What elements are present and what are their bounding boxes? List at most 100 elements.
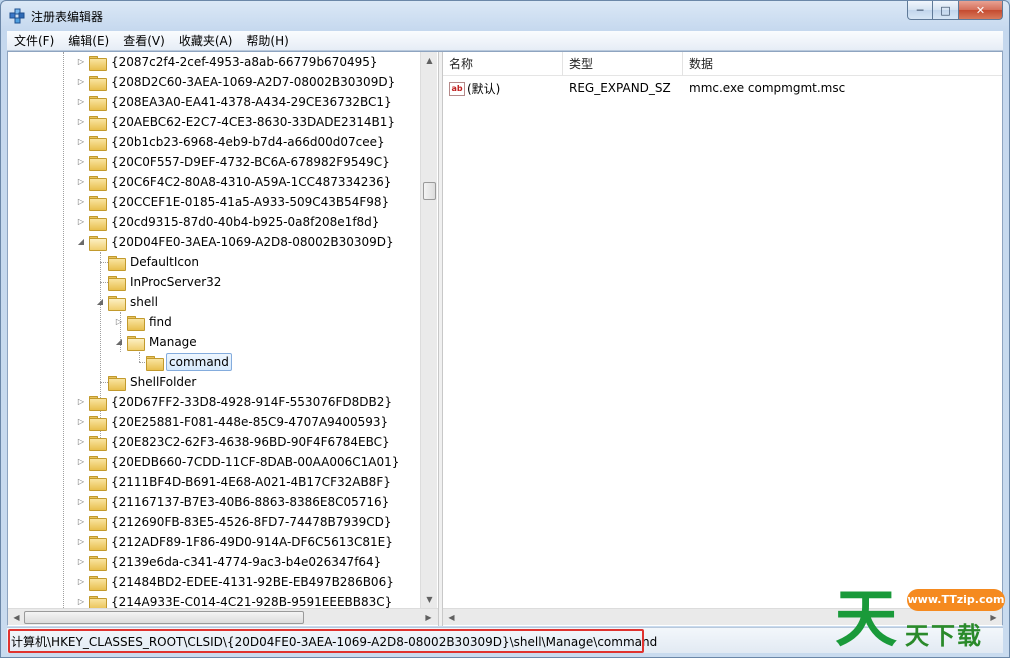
tree-node[interactable]: ▷ {20AEBC62-E2C7-4CE3-8630-33DADE2314B1} <box>76 112 397 132</box>
tree-node[interactable]: InProcServer32 <box>95 272 223 292</box>
tree-node-label: DefaultIcon <box>130 255 199 269</box>
expand-arrow-icon[interactable]: ▷ <box>76 112 86 132</box>
tree-node-label: {212ADF89-1F86-49D0-914A-DF6C5613C81E} <box>111 535 393 549</box>
tree-viewport: ▷ {2087c2f4-2cef-4953-a8ab-66779b670495} ▷… <box>8 52 420 608</box>
value-name-cell: ab (默认) <box>443 80 563 97</box>
tree-node[interactable]: ▷ {212690FB-83E5-4526-8FD7-74478B7939CD} <box>76 512 394 532</box>
maximize-button[interactable]: □ <box>933 1 959 20</box>
value-row[interactable]: ab (默认) REG_EXPAND_SZ mmc.exe compmgmt.ms… <box>443 78 1002 98</box>
tree-node[interactable]: ▷ {20C0F557-D9EF-4732-BC6A-678982F9549C} <box>76 152 392 172</box>
menu-favorites[interactable]: 收藏夹(A) <box>172 31 240 51</box>
expand-arrow-icon[interactable]: ▷ <box>76 532 86 552</box>
scroll-down-arrow-icon[interactable]: ▼ <box>421 591 438 608</box>
menu-view[interactable]: 查看(V) <box>116 31 172 51</box>
tree-node[interactable]: ▷ {20E25881-F081-448e-85C9-4707A9400593} <box>76 412 390 432</box>
main-panes: ▷ {2087c2f4-2cef-4953-a8ab-66779b670495} ▷… <box>7 51 1003 626</box>
tree-node[interactable]: ▷ {21167137-B7E3-40B6-8863-8386E8C05716} <box>76 492 391 512</box>
tree-node[interactable]: ▷ find <box>114 312 174 332</box>
tree-node[interactable]: ▷ {20C6F4C2-80A8-4310-A59A-1CC487334236} <box>76 172 393 192</box>
expand-arrow-icon[interactable]: ▷ <box>76 172 86 192</box>
minimize-button[interactable]: ─ <box>907 1 933 20</box>
scroll-up-arrow-icon[interactable]: ▲ <box>421 52 438 69</box>
site-watermark-logo: 天 www.TTzip.com 天下载 <box>829 583 1007 657</box>
folder-icon <box>89 55 107 71</box>
tree-node-label: shell <box>130 295 158 309</box>
tree-node[interactable]: ▷ {20D67FF2-33D8-4928-914F-553076FD8DB2} <box>76 392 394 412</box>
no-expander <box>133 352 143 372</box>
expand-arrow-icon[interactable]: ▷ <box>76 472 86 492</box>
collapse-arrow-icon[interactable]: ◢ <box>95 292 105 312</box>
folder-icon <box>89 235 107 251</box>
tree-node[interactable]: ▷ {2111BF4D-B691-4E68-A021-4B17CF32AB8F} <box>76 472 393 492</box>
expand-arrow-icon[interactable]: ▷ <box>114 312 124 332</box>
expand-arrow-icon[interactable]: ▷ <box>76 552 86 572</box>
expand-arrow-icon[interactable]: ▷ <box>76 512 86 532</box>
tree-node[interactable]: ▷ {208D2C60-3AEA-1069-A2D7-08002B30309D} <box>76 72 397 92</box>
expand-arrow-icon[interactable]: ▷ <box>76 72 86 92</box>
expand-arrow-icon[interactable]: ▷ <box>76 212 86 232</box>
list-scroll-left-arrow-icon[interactable]: ◀ <box>443 609 460 626</box>
tree-horizontal-scrollbar[interactable]: ◀ ▶ <box>8 608 438 625</box>
folder-icon <box>89 455 107 471</box>
menu-edit[interactable]: 编辑(E) <box>61 31 116 51</box>
tree-node-label: ShellFolder <box>130 375 197 389</box>
tree-node[interactable]: ▷ {212ADF89-1F86-49D0-914A-DF6C5613C81E} <box>76 532 395 552</box>
expand-arrow-icon[interactable]: ▷ <box>76 432 86 452</box>
tree-vscroll-thumb[interactable] <box>423 182 436 200</box>
title-bar[interactable]: 注册表编辑器 ─ □ ✕ <box>1 1 1009 31</box>
folder-icon <box>89 155 107 171</box>
collapse-arrow-icon[interactable]: ◢ <box>76 232 86 252</box>
value-type: REG_EXPAND_SZ <box>569 81 671 95</box>
expand-arrow-icon[interactable]: ▷ <box>76 392 86 412</box>
tree-node[interactable]: ▷ {2139e6da-c341-4774-9ac3-b4e026347f64} <box>76 552 383 572</box>
column-header-data[interactable]: 数据 <box>683 52 1002 76</box>
menu-help[interactable]: 帮助(H) <box>239 31 295 51</box>
tree-node-label: {20cd9315-87d0-40b4-b925-0a8f208e1f8d} <box>111 215 380 229</box>
tree-node[interactable]: ShellFolder <box>95 372 198 392</box>
expand-arrow-icon[interactable]: ▷ <box>76 152 86 172</box>
column-header-name[interactable]: 名称 <box>443 52 563 76</box>
tree-vertical-scrollbar[interactable]: ▲ ▼ <box>420 52 437 608</box>
expand-arrow-icon[interactable]: ▷ <box>76 52 86 72</box>
menu-file[interactable]: 文件(F) <box>7 31 61 51</box>
folder-icon <box>89 175 107 191</box>
tree-node[interactable]: ◢ Manage <box>114 332 199 352</box>
tree-node[interactable]: ▷ {20EDB660-7CDD-11CF-8DAB-00AA006C1A01} <box>76 452 401 472</box>
column-header-type[interactable]: 类型 <box>563 52 683 76</box>
tree-guide-root <box>63 52 64 608</box>
collapse-arrow-icon[interactable]: ◢ <box>114 332 124 352</box>
expand-arrow-icon[interactable]: ▷ <box>76 452 86 472</box>
scroll-right-arrow-icon[interactable]: ▶ <box>420 609 437 626</box>
scroll-left-arrow-icon[interactable]: ◀ <box>8 609 25 626</box>
tree-node-label: InProcServer32 <box>130 275 222 289</box>
tree-node[interactable]: DefaultIcon <box>95 252 201 272</box>
tree-node[interactable]: ▷ {21484BD2-EDEE-4131-92BE-EB497B286B06} <box>76 572 396 592</box>
tree-node[interactable]: command <box>133 352 232 372</box>
expand-arrow-icon[interactable]: ▷ <box>76 592 86 608</box>
tree-node[interactable]: ▷ {20cd9315-87d0-40b4-b925-0a8f208e1f8d} <box>76 212 381 232</box>
expand-arrow-icon[interactable]: ▷ <box>76 572 86 592</box>
tree-node[interactable]: ▷ {20b1cb23-6968-4eb9-b7d4-a66d00d07cee} <box>76 132 387 152</box>
tree-node[interactable]: ◢ {20D04FE0-3AEA-1069-A2D8-08002B30309D} <box>76 232 396 252</box>
folder-icon <box>108 255 126 271</box>
expand-arrow-icon[interactable]: ▷ <box>76 92 86 112</box>
folder-icon <box>89 535 107 551</box>
tree-node[interactable]: ▷ {2087c2f4-2cef-4953-a8ab-66779b670495} <box>76 52 380 72</box>
tree-node[interactable]: ◢ shell <box>95 292 160 312</box>
tree-node[interactable]: ▷ {20CCEF1E-0185-41a5-A933-509C43B54F98} <box>76 192 391 212</box>
tree-node-label: {2111BF4D-B691-4E68-A021-4B17CF32AB8F} <box>111 475 391 489</box>
folder-icon <box>89 475 107 491</box>
folder-icon <box>89 575 107 591</box>
tree-node[interactable]: ▷ {214A933E-C014-4C21-928B-9591EEEBB83C} <box>76 592 394 608</box>
tree-node[interactable]: ▷ {208EA3A0-EA41-4378-A434-29CE36732BC1} <box>76 92 394 112</box>
tree-node-label: {20CCEF1E-0185-41a5-A933-509C43B54F98} <box>111 195 390 209</box>
tree-node[interactable]: ▷ {20E823C2-62F3-4638-96BD-90F4F6784EBC} <box>76 432 392 452</box>
expand-arrow-icon[interactable]: ▷ <box>76 192 86 212</box>
tree-node-label: {20D67FF2-33D8-4928-914F-553076FD8DB2} <box>111 395 392 409</box>
expand-arrow-icon[interactable]: ▷ <box>76 412 86 432</box>
tree-hscroll-thumb[interactable] <box>24 611 304 624</box>
expand-arrow-icon[interactable]: ▷ <box>76 492 86 512</box>
close-button[interactable]: ✕ <box>959 1 1003 20</box>
folder-icon <box>108 275 126 291</box>
expand-arrow-icon[interactable]: ▷ <box>76 132 86 152</box>
